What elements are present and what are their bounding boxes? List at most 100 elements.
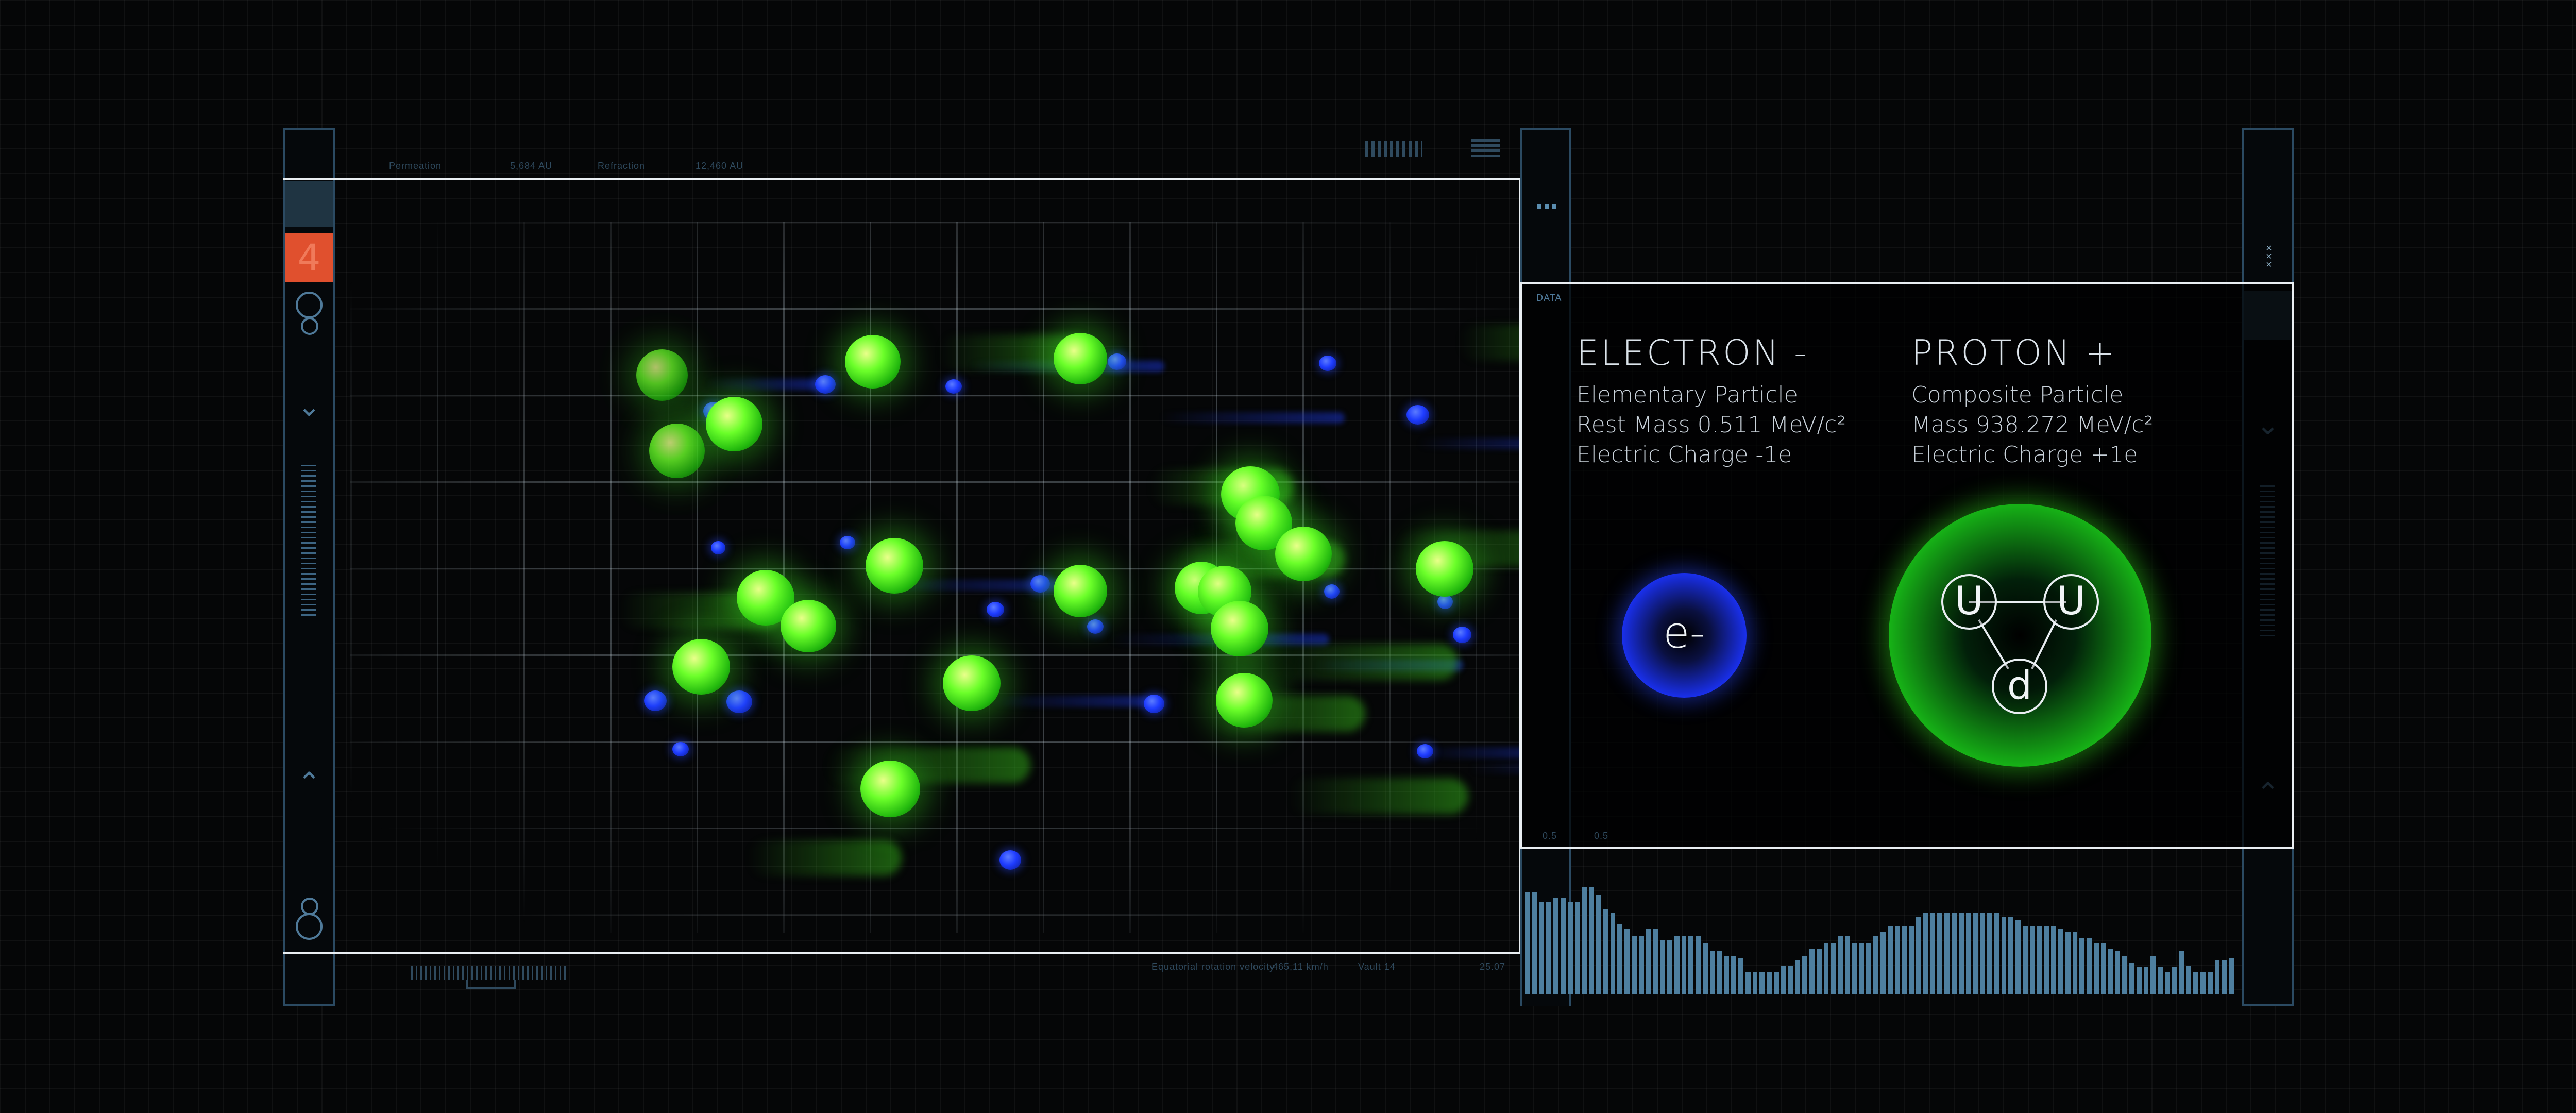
bottom-label-1: Equatorial rotation velocity	[1151, 962, 1275, 972]
histogram-bar	[1709, 951, 1715, 994]
proton-particle	[1275, 527, 1332, 581]
histogram-bar	[1809, 949, 1815, 994]
histogram-bar	[2222, 960, 2227, 994]
histogram-bar	[1624, 929, 1630, 994]
electron-kind: Elementary Particle	[1577, 382, 1798, 408]
histogram-bar	[1674, 936, 1680, 994]
histogram-bar	[1965, 913, 1971, 994]
histogram-bar	[2108, 949, 2113, 994]
proton-particle	[1054, 565, 1107, 617]
histogram-bar	[1632, 936, 1637, 994]
electron-particle	[1030, 575, 1050, 593]
histogram-bar	[1589, 887, 1594, 994]
histogram-bar	[1902, 926, 1907, 994]
histogram-bar	[1660, 940, 1665, 994]
data-tag: DATA	[1536, 293, 1562, 303]
histogram-bar	[2129, 963, 2134, 994]
histogram-bar	[1703, 943, 1708, 994]
histogram-bar	[2200, 972, 2206, 994]
bottom-label-3: Vault 14	[1358, 962, 1396, 972]
quark-bonds	[1969, 601, 2066, 670]
histogram-bar	[2193, 972, 2198, 994]
histogram-bar	[1923, 913, 1928, 994]
histogram-bar	[2136, 967, 2142, 994]
histogram-bar	[1553, 898, 1558, 994]
histogram-bar	[2207, 972, 2213, 994]
electron-particle	[1453, 627, 1471, 643]
electron-particle	[815, 375, 836, 394]
proton-particle	[706, 397, 762, 451]
electron-particle	[1319, 356, 1336, 371]
histogram-bar	[2079, 938, 2085, 994]
up-quark-left: U	[1941, 574, 1997, 630]
histogram-bar	[2179, 951, 2184, 994]
histogram-bar	[1859, 943, 1865, 994]
electron-particle	[672, 742, 689, 756]
histogram-bar	[2122, 956, 2127, 994]
proton-particle	[649, 424, 705, 478]
bottom-label-4: 25.07	[1480, 962, 1506, 972]
histogram-bar	[1582, 887, 1587, 994]
histogram-bar	[1653, 929, 1658, 994]
electron-particle	[644, 690, 667, 711]
histogram-bar	[2229, 958, 2234, 994]
histogram-bar	[2029, 926, 2035, 994]
top-label-1: Permeation	[389, 161, 442, 171]
histogram-bar	[2001, 917, 2007, 994]
histogram-bar	[1525, 892, 1530, 994]
horizontal-ruler	[411, 966, 568, 980]
histogram-bar	[2100, 943, 2106, 994]
histogram-bar	[1539, 902, 1545, 994]
histogram-bar	[1731, 956, 1736, 994]
histogram-bar	[1823, 943, 1829, 994]
histogram-bar	[1745, 972, 1751, 994]
histogram-bar	[1973, 913, 1978, 994]
histogram-bar	[2186, 966, 2192, 994]
histogram-bar	[1603, 909, 1608, 994]
proton-particle	[1416, 541, 1473, 597]
histogram-bar	[2065, 932, 2071, 994]
up-quark-right: U	[2043, 574, 2099, 630]
proton-charge: Electric Charge +1e	[1911, 442, 2138, 468]
electron-particle	[711, 541, 725, 554]
histogram-bar	[1574, 902, 1580, 994]
particle-viewport[interactable]	[283, 178, 1521, 954]
histogram-bar	[1802, 956, 1807, 994]
histogram-bar	[1567, 902, 1573, 994]
histogram-bar	[2115, 951, 2121, 994]
menu-icon[interactable]	[1471, 139, 1500, 158]
close-icon[interactable]: × × ×	[2263, 243, 2275, 270]
histogram-bar	[2214, 960, 2220, 994]
histogram-bar	[2037, 926, 2042, 994]
proton-particle	[1211, 601, 1268, 656]
proton-particle	[781, 600, 836, 652]
histogram-bar	[1909, 926, 1914, 994]
histogram-bar	[1980, 913, 1985, 994]
histogram-bar	[2008, 917, 2014, 994]
electron-particle	[1437, 595, 1453, 609]
data-panel: DATA ELECTRON - Elementary Particle Rest…	[1520, 282, 2294, 849]
histogram-bar	[1561, 898, 1566, 994]
histogram-bar	[2044, 926, 2049, 994]
proton-kind: Composite Particle	[1911, 382, 2124, 408]
ellipsis-icon[interactable]	[1537, 204, 1556, 209]
electron-particle	[1108, 353, 1126, 370]
histogram-bar	[1688, 936, 1694, 994]
histogram-bar	[1894, 926, 1900, 994]
histogram-bar	[1916, 917, 1921, 994]
histogram-bar	[1788, 966, 1793, 994]
histogram-bar	[1781, 966, 1786, 994]
proton-particle	[636, 349, 688, 401]
top-label-2: 5,684 AU	[510, 161, 553, 171]
histogram-bar	[1596, 895, 1601, 994]
proton-particle	[943, 655, 1001, 711]
histogram-bar	[2094, 943, 2099, 994]
perspective-grid	[350, 222, 1519, 933]
proton-diagram: U U d	[1889, 504, 2151, 767]
histogram-bar	[1852, 943, 1857, 994]
histogram-bar	[1930, 913, 1936, 994]
histogram-bar	[1696, 936, 1701, 994]
electron-title: ELECTRON -	[1577, 333, 1809, 374]
histogram-bar	[2143, 967, 2149, 994]
proton-particle	[1216, 673, 1273, 728]
